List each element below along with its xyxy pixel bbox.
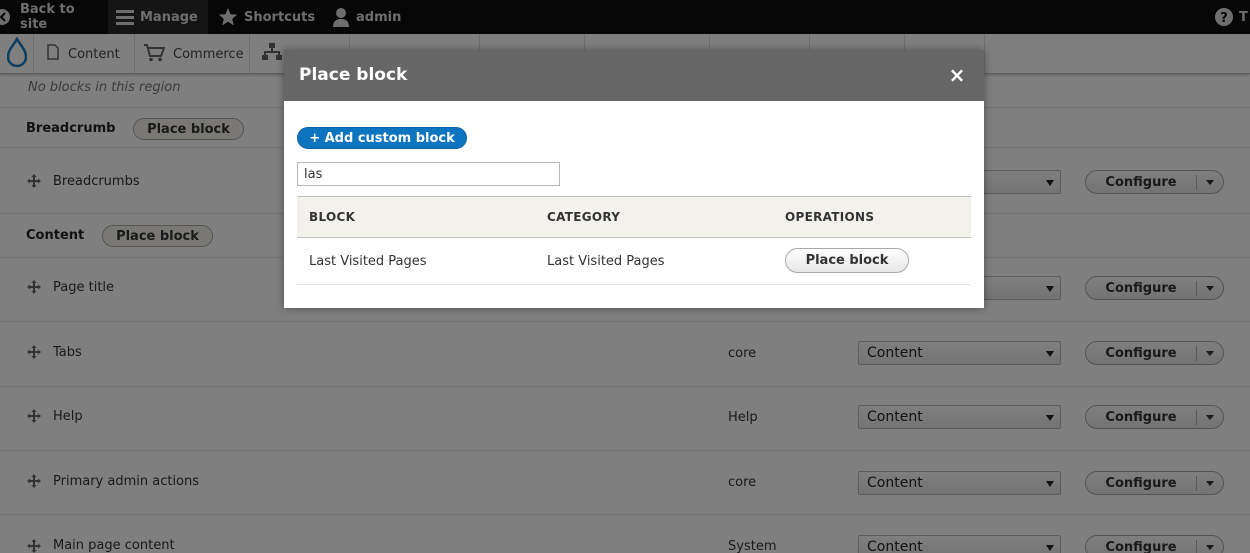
block-table: BLOCK CATEGORY OPERATIONS Last Visited P… bbox=[297, 196, 971, 285]
dialog-titlebar: Place block × bbox=[284, 50, 984, 101]
block-filter-input[interactable] bbox=[297, 162, 560, 186]
place-block-dialog: Place block × + Add custom block BLOCK C… bbox=[284, 50, 984, 308]
place-block-button[interactable]: Place block bbox=[785, 248, 909, 273]
add-custom-block-button[interactable]: + Add custom block bbox=[297, 127, 467, 149]
table-row: Last Visited Pages Last Visited Pages Pl… bbox=[297, 238, 971, 285]
column-header-operations: OPERATIONS bbox=[785, 210, 875, 224]
dialog-title: Place block bbox=[299, 65, 408, 85]
column-header-category: CATEGORY bbox=[547, 210, 621, 224]
close-icon[interactable]: × bbox=[946, 63, 968, 87]
row-block-name: Last Visited Pages bbox=[309, 254, 427, 269]
row-category: Last Visited Pages bbox=[547, 254, 665, 269]
table-header: BLOCK CATEGORY OPERATIONS bbox=[297, 196, 971, 238]
column-header-block: BLOCK bbox=[309, 210, 356, 224]
